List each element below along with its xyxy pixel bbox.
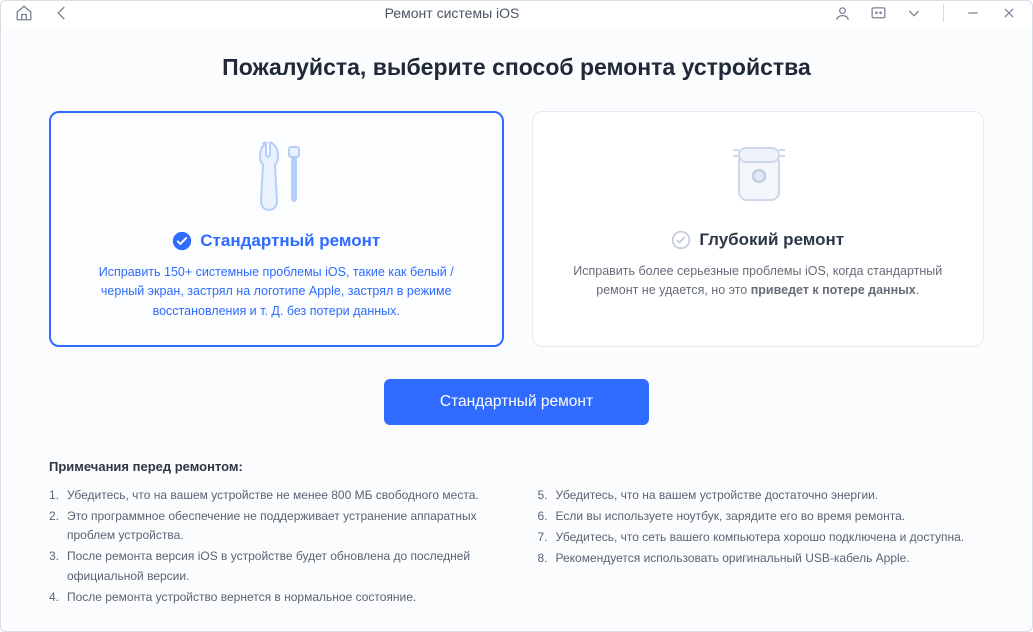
titlebar: Ремонт системы iOS <box>1 1 1032 26</box>
card-deep-repair[interactable]: Глубокий ремонт Исправить более серьезны… <box>532 111 985 347</box>
user-icon[interactable] <box>833 4 851 22</box>
note-item: 5.Убедитесь, что на вашем устройстве дос… <box>538 486 985 505</box>
chevron-down-icon[interactable] <box>905 4 923 22</box>
note-item: 6.Если вы используете ноутбук, зарядите … <box>538 507 985 526</box>
note-item: 3.После ремонта версия iOS в устройстве … <box>49 547 496 585</box>
card-standard-repair[interactable]: Стандартный ремонт Исправить 150+ систем… <box>49 111 504 347</box>
card-standard-title: Стандартный ремонт <box>200 231 380 251</box>
notes-heading: Примечания перед ремонтом: <box>49 459 984 474</box>
card-deep-desc-suffix: . <box>916 283 919 297</box>
content: Пожалуйста, выберите способ ремонта устр… <box>1 26 1032 631</box>
feedback-icon[interactable] <box>869 4 887 22</box>
start-repair-button[interactable]: Стандартный ремонт <box>384 379 649 425</box>
home-icon[interactable] <box>15 4 33 22</box>
card-deep-title: Глубокий ремонт <box>699 230 844 250</box>
note-item: 4.После ремонта устройство вернется в но… <box>49 588 496 607</box>
notes-section: Примечания перед ремонтом: 1.Убедитесь, … <box>49 459 984 609</box>
back-icon[interactable] <box>53 4 71 22</box>
app-window: Ремонт системы iOS Пожалуйста, выберите … <box>0 0 1033 632</box>
notes-left-column: 1.Убедитесь, что на вашем устройстве не … <box>49 486 496 609</box>
check-circle-outline-icon <box>671 230 691 250</box>
note-item: 2.Это программное обеспечение не поддерж… <box>49 507 496 545</box>
card-deep-desc: Исправить более серьезные проблемы iOS, … <box>561 262 956 301</box>
titlebar-right <box>833 4 1018 22</box>
card-deep-desc-bold: приведет к потере данных <box>751 283 916 297</box>
note-item: 7.Убедитесь, что сеть вашего компьютера … <box>538 528 985 547</box>
note-item: 8.Рекомендуется использовать оригинальны… <box>538 549 985 568</box>
minimize-icon[interactable] <box>964 4 982 22</box>
close-icon[interactable] <box>1000 4 1018 22</box>
cta-row: Стандартный ремонт <box>49 379 984 425</box>
notes-columns: 1.Убедитесь, что на вашем устройстве не … <box>49 486 984 609</box>
card-standard-title-row: Стандартный ремонт <box>172 231 380 251</box>
notes-right-column: 5.Убедитесь, что на вашем устройстве дос… <box>538 486 985 609</box>
card-standard-desc: Исправить 150+ системные проблемы iOS, т… <box>79 263 474 321</box>
check-circle-filled-icon <box>172 231 192 251</box>
deep-repair-illustration <box>698 134 818 216</box>
titlebar-left <box>15 4 71 22</box>
titlebar-title: Ремонт системы iOS <box>71 5 833 21</box>
card-deep-title-row: Глубокий ремонт <box>671 230 844 250</box>
repair-mode-cards: Стандартный ремонт Исправить 150+ систем… <box>49 111 984 347</box>
note-item: 1.Убедитесь, что на вашем устройстве не … <box>49 486 496 505</box>
standard-repair-illustration <box>216 135 336 217</box>
titlebar-divider <box>943 4 944 22</box>
page-heading: Пожалуйста, выберите способ ремонта устр… <box>49 54 984 81</box>
